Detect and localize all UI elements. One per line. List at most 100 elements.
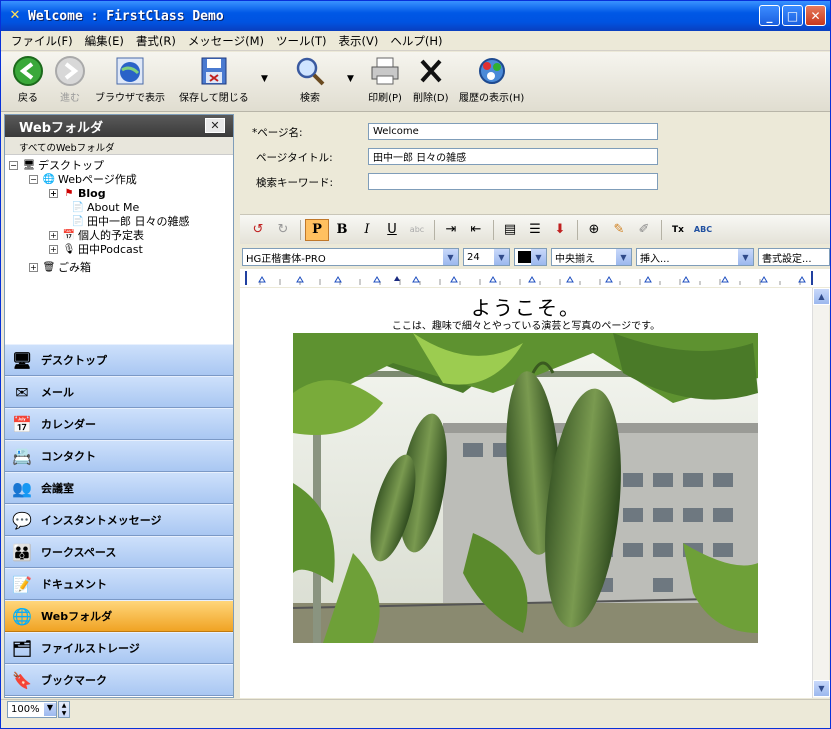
collapse-icon[interactable]: − bbox=[9, 160, 18, 170]
outdent-icon[interactable]: ⇤ bbox=[464, 219, 488, 241]
maximize-button[interactable]: □ bbox=[782, 5, 803, 26]
menu-tools[interactable]: ツール(T) bbox=[270, 33, 333, 49]
list-icon[interactable]: ☰ bbox=[523, 219, 547, 241]
desktop-icon: 🖥 bbox=[11, 350, 33, 370]
tree-item-podcast[interactable]: + 🎙 田中Podcast bbox=[49, 242, 143, 256]
save-close-button[interactable]: 保存して閉じる bbox=[179, 54, 249, 104]
history-button[interactable]: 履歴の表示(H) bbox=[459, 54, 524, 104]
nav-bookmarks[interactable]: 🔖 ブックマーク bbox=[5, 664, 233, 696]
paragraph-icon[interactable]: P bbox=[305, 218, 329, 241]
content-editor[interactable]: ようこそ。 ここは、趣味で細々とやっている演芸と写真のページです。 bbox=[240, 288, 812, 698]
clear-brush-icon[interactable]: ✐ bbox=[632, 219, 656, 241]
search-dropdown-arrow[interactable]: ▼ bbox=[347, 74, 354, 84]
nav-desktop[interactable]: 🖥 デスクトップ bbox=[5, 344, 233, 376]
delete-button[interactable]: 削除(D) bbox=[413, 54, 449, 104]
tree-item-schedule[interactable]: + 📅 個人的予定表 bbox=[49, 228, 144, 242]
trash-icon: 🗑 bbox=[42, 261, 56, 273]
welcome-subheading: ここは、趣味で細々とやっている演芸と写真のページです。 bbox=[391, 321, 661, 332]
nav-contacts[interactable]: 📇 コンタクト bbox=[5, 440, 233, 472]
tree-item-diary[interactable]: 📄 田中一郎 日々の雑感 bbox=[71, 214, 190, 228]
nav-document[interactable]: 📝 ドキュメント bbox=[5, 568, 233, 600]
underline-icon[interactable]: U bbox=[380, 219, 404, 241]
pane-header: Webフォルダ ✕ bbox=[5, 115, 233, 137]
search-button[interactable]: 検索 bbox=[293, 54, 327, 104]
strikethrough-icon[interactable]: abc bbox=[405, 219, 429, 241]
bold-icon[interactable]: B bbox=[330, 219, 354, 241]
spellcheck-icon[interactable]: ABC bbox=[691, 219, 715, 241]
tree-item-about[interactable]: 📄 About Me bbox=[71, 200, 140, 214]
editor-scrollbar[interactable]: ▲ ▼ bbox=[812, 288, 830, 698]
close-button[interactable]: ✕ bbox=[805, 5, 826, 26]
expand-icon[interactable]: + bbox=[29, 262, 38, 272]
nav-mail[interactable]: ✉ メール bbox=[5, 376, 233, 408]
menu-file[interactable]: ファイル(F) bbox=[5, 33, 79, 49]
title-bar[interactable]: ✕ Welcome : FirstClass Demo _ □ ✕ bbox=[1, 1, 830, 31]
menu-format[interactable]: 書式(R) bbox=[130, 33, 182, 49]
bookmark-icon: 🔖 bbox=[12, 670, 32, 690]
menu-message[interactable]: メッセージ(M) bbox=[182, 33, 270, 49]
redo-icon[interactable]: ↻ bbox=[271, 219, 295, 241]
nav-file-storage[interactable]: 🗂 ファイルストレージ bbox=[5, 632, 233, 664]
insert-select[interactable]: 挿入... ▼ bbox=[636, 248, 754, 266]
mail-icon: ✉ bbox=[15, 382, 29, 402]
color-select[interactable]: ▼ bbox=[514, 248, 547, 266]
nav-workspace[interactable]: 👪 ワークスペース bbox=[5, 536, 233, 568]
font-size-select[interactable]: 24 ▼ bbox=[463, 248, 510, 266]
back-button[interactable]: 戻る bbox=[11, 54, 45, 104]
browser-view-button[interactable]: ブラウザで表示 bbox=[95, 54, 165, 104]
search-icon bbox=[293, 54, 327, 88]
insert-down-icon[interactable]: ⬇ bbox=[548, 219, 572, 241]
nav-conference[interactable]: 👥 会議室 bbox=[5, 472, 233, 504]
save-dropdown-arrow[interactable]: ▼ bbox=[261, 74, 268, 84]
expand-icon[interactable]: + bbox=[49, 244, 58, 254]
collapse-icon[interactable]: − bbox=[29, 174, 38, 184]
zoom-select[interactable]: 100% ▼ bbox=[7, 701, 57, 718]
expand-icon[interactable]: + bbox=[49, 230, 58, 240]
text-style-icon[interactable]: Tx bbox=[666, 219, 690, 241]
page-icon: 📄 bbox=[71, 215, 85, 227]
format-selectors: HG正楷書体-PRO ▼ 24 ▼ ▼ 中央揃え ▼ 挿入... ▼ 書式設定... bbox=[240, 246, 830, 268]
ruler[interactable] bbox=[240, 269, 830, 287]
nav-web-folder[interactable]: 🌐 Webフォルダ bbox=[5, 600, 233, 632]
menu-edit[interactable]: 編集(E) bbox=[79, 33, 130, 49]
italic-icon[interactable]: I bbox=[355, 219, 379, 241]
page-name-label: *ページ名: bbox=[252, 127, 303, 139]
link-globe-icon[interactable]: ⊕ bbox=[582, 219, 606, 241]
scroll-up-icon[interactable]: ▲ bbox=[813, 288, 830, 305]
calendar-icon: 📅 bbox=[12, 414, 32, 434]
tree-item-trash[interactable]: + 🗑 ごみ箱 bbox=[29, 260, 91, 274]
menu-help[interactable]: ヘルプ(H) bbox=[384, 33, 448, 49]
scroll-down-icon[interactable]: ▼ bbox=[813, 680, 830, 697]
menu-bar: ファイル(F) 編集(E) 書式(R) メッセージ(M) ツール(T) 表示(V… bbox=[1, 31, 830, 51]
pane-close-button[interactable]: ✕ bbox=[205, 118, 225, 133]
table-icon[interactable]: ▤ bbox=[498, 219, 522, 241]
font-select[interactable]: HG正楷書体-PRO ▼ bbox=[242, 248, 459, 266]
page-name-input[interactable] bbox=[368, 123, 658, 140]
browser-globe-icon bbox=[113, 54, 147, 88]
status-bar: 100% ▼ ▲ ▼ bbox=[1, 699, 830, 728]
editor-pane: *ページ名: ページタイトル: 検索キーワード: ↺ ↻ P B I U abc… bbox=[240, 114, 830, 698]
toolbar-separator bbox=[300, 219, 301, 240]
loofah-photo[interactable] bbox=[293, 333, 758, 643]
tree-item-desktop[interactable]: − 🖥 デスクトップ bbox=[9, 158, 104, 172]
calendar-icon: 📅 bbox=[62, 229, 76, 241]
forward-button[interactable]: 進む bbox=[53, 54, 87, 104]
brush-icon[interactable]: ✎ bbox=[607, 219, 631, 241]
print-button[interactable]: 印刷(P) bbox=[368, 54, 402, 104]
nav-calendar[interactable]: 📅 カレンダー bbox=[5, 408, 233, 440]
globe-icon: 🌐 bbox=[12, 606, 32, 626]
keyword-input[interactable] bbox=[368, 173, 658, 190]
alignment-select[interactable]: 中央揃え ▼ bbox=[551, 248, 632, 266]
expand-icon[interactable]: + bbox=[49, 188, 58, 198]
tree-item-web-create[interactable]: − 🌐 Webページ作成 bbox=[29, 172, 137, 186]
style-settings-select[interactable]: 書式設定... bbox=[758, 248, 830, 266]
page-title-input[interactable] bbox=[368, 148, 658, 165]
indent-icon[interactable]: ⇥ bbox=[439, 219, 463, 241]
save-disk-icon bbox=[197, 54, 231, 88]
menu-view[interactable]: 表示(V) bbox=[332, 33, 384, 49]
zoom-spinner[interactable]: ▲ ▼ bbox=[58, 701, 70, 718]
nav-instant-message[interactable]: 💬 インスタントメッセージ bbox=[5, 504, 233, 536]
undo-icon[interactable]: ↺ bbox=[246, 219, 270, 241]
minimize-button[interactable]: _ bbox=[759, 5, 780, 26]
tree-item-blog[interactable]: + ⚑ Blog bbox=[49, 186, 106, 200]
